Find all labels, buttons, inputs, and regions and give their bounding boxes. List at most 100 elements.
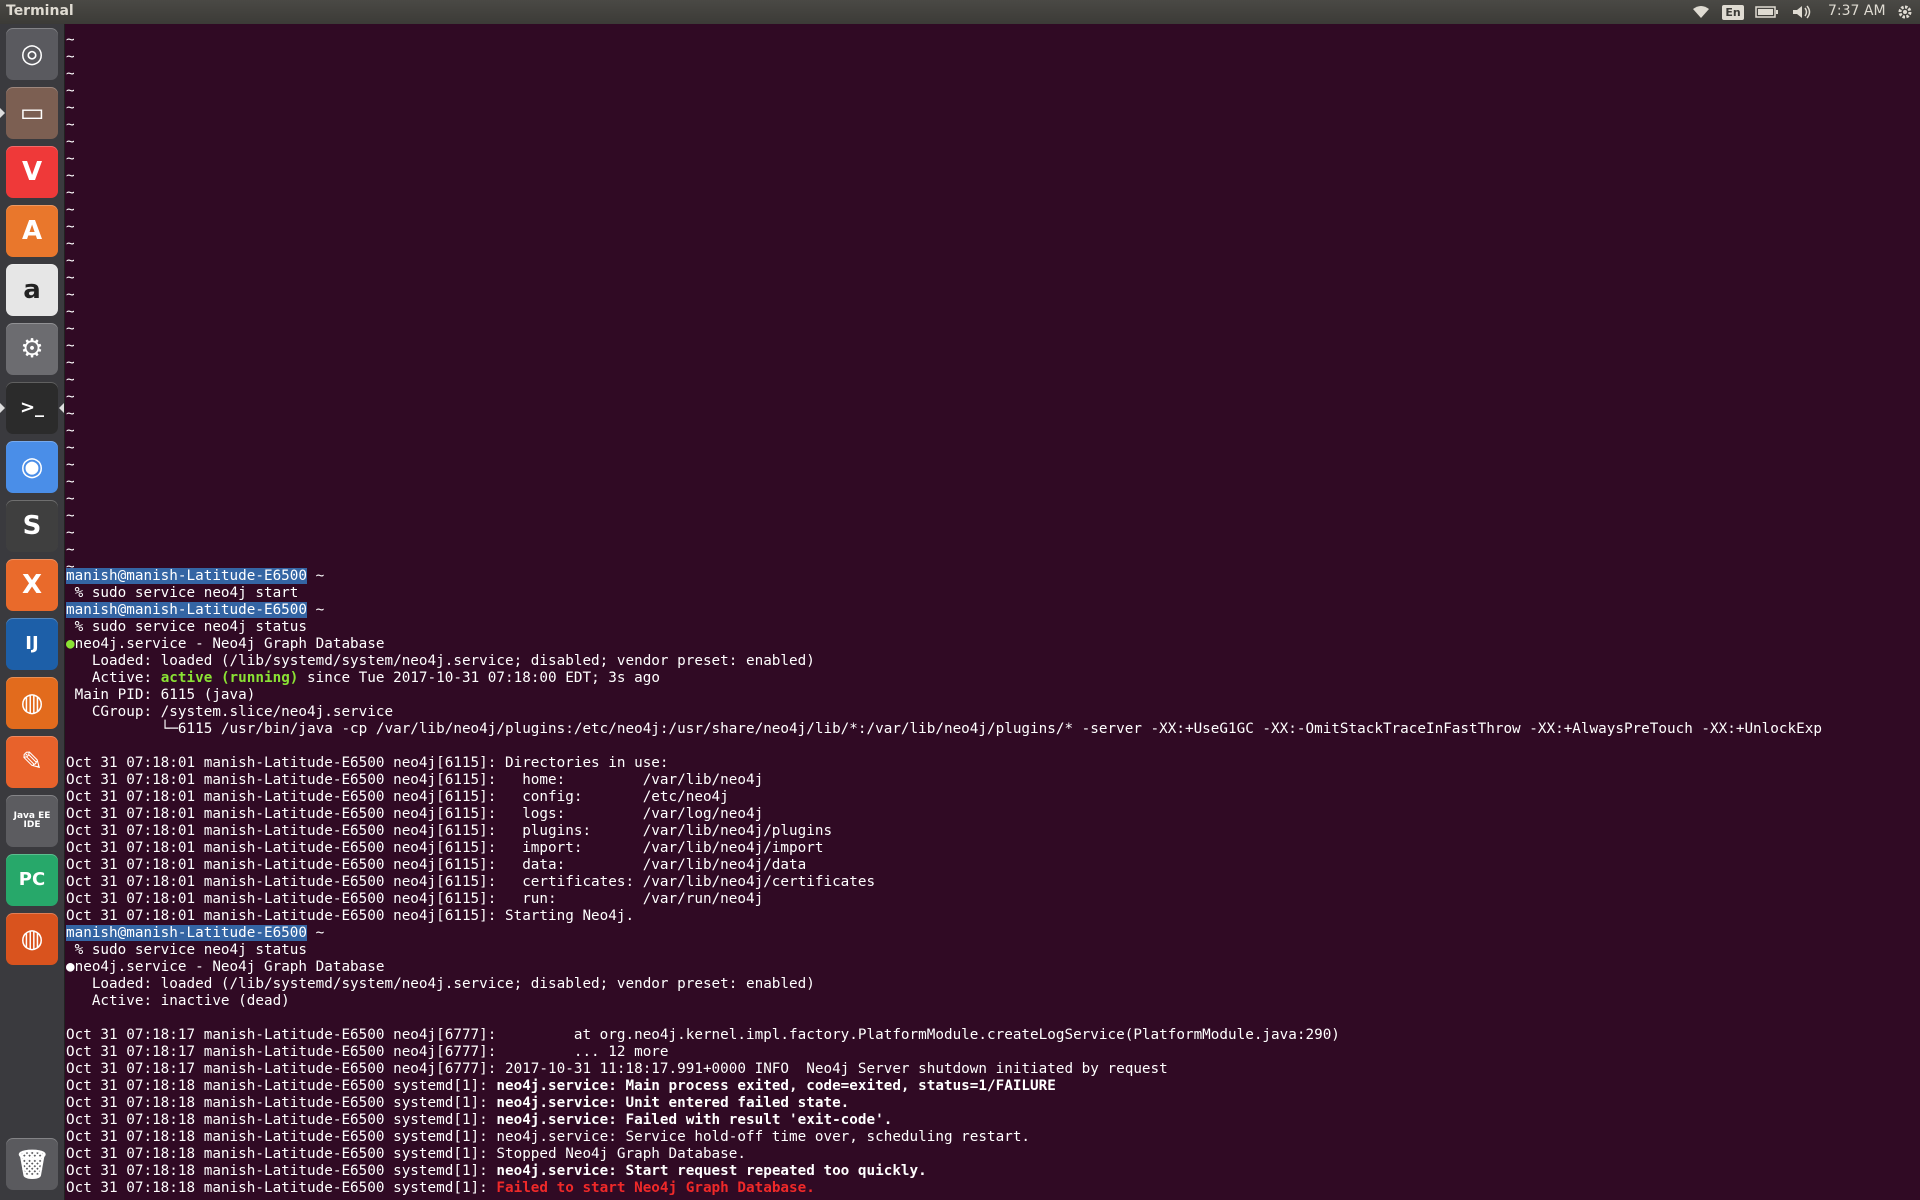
vivaldi-glyph: V (21, 157, 43, 187)
amazon-glyph: a (23, 275, 41, 305)
log-line: Oct 31 07:18:18 manish-Latitude-E6500 sy… (66, 1129, 1031, 1145)
log-line: Oct 31 07:18:01 manish-Latitude-E6500 ne… (66, 806, 764, 822)
log-line: Oct 31 07:18:18 manish-Latitude-E6500 sy… (66, 1095, 850, 1111)
launcher-pycharm-icon[interactable]: PC (6, 854, 58, 906)
active-state: active (running) (160, 670, 299, 686)
postman-glyph: ✎ (21, 747, 43, 777)
status-header-line: ●neo4j.service - Neo4j Graph Database (66, 636, 385, 652)
pycharm-glyph: PC (18, 869, 46, 890)
launcher-ubuntu-dash-icon[interactable]: ◎ (6, 28, 58, 80)
launcher-sublime-text-icon[interactable]: S (6, 500, 58, 552)
log-line: Oct 31 07:18:17 manish-Latitude-E6500 ne… (66, 1044, 669, 1060)
tilde-line: ~ (66, 151, 75, 167)
tilde-line: ~ (66, 372, 75, 388)
tilde-line: ~ (66, 134, 75, 150)
prompt-line: manish@manish-Latitude-E6500 ~ (66, 925, 325, 941)
tilde-line: ~ (66, 508, 75, 524)
keyboard-layout-indicator[interactable]: En (1722, 2, 1744, 22)
launcher-xampp-icon[interactable]: X (6, 559, 58, 611)
files-glyph: ▭ (19, 98, 45, 128)
log-line: Oct 31 07:18:17 manish-Latitude-E6500 ne… (66, 1061, 1168, 1077)
log-line: Oct 31 07:18:01 manish-Latitude-E6500 ne… (66, 823, 833, 839)
volume-icon[interactable] (1790, 2, 1814, 22)
tilde-line: ~ (66, 474, 75, 490)
firefox-glyph: ◍ (20, 688, 44, 718)
launcher-chrome-icon[interactable]: ◉ (6, 441, 58, 493)
launcher-firefox-2-icon[interactable]: ◍ (6, 913, 58, 965)
log-line: Oct 31 07:18:01 manish-Latitude-E6500 ne… (66, 874, 876, 890)
sublime-text-glyph: S (22, 511, 42, 541)
tilde-line: ~ (66, 287, 75, 303)
tilde-line: ~ (66, 219, 75, 235)
log-line: Oct 31 07:18:01 manish-Latitude-E6500 ne… (66, 908, 635, 924)
output-line: Loaded: loaded (/lib/systemd/system/neo4… (66, 976, 815, 992)
tilde-line: ~ (66, 117, 75, 133)
wifi-icon[interactable] (1690, 2, 1712, 22)
window-title: Terminal (6, 3, 74, 19)
log-line: Oct 31 07:18:17 manish-Latitude-E6500 ne… (66, 1027, 1340, 1043)
launcher-java-ee-ide-icon[interactable]: Java EE IDE (6, 795, 58, 847)
top-panel: Terminal En 7:37 AM (0, 0, 1920, 24)
tilde-line: ~ (66, 491, 75, 507)
battery-icon[interactable] (1754, 2, 1780, 22)
terminal-window[interactable]: ~ ~ ~ ~ ~ ~ ~ ~ ~ ~ ~ ~ ~ ~ ~ ~ ~ ~ ~ ~ ~ ~ ~ ~ ~ ~ ~ ~ ~ ~ ~ ~ manish@… (65, 24, 1920, 1200)
tilde-line: ~ (66, 457, 75, 473)
tilde-line: ~ (66, 406, 75, 422)
tilde-line: ~ (66, 338, 75, 354)
tilde-line: ~ (66, 321, 75, 337)
log-line: Oct 31 07:18:01 manish-Latitude-E6500 ne… (66, 891, 764, 907)
tilde-line: ~ (66, 423, 75, 439)
running-indicator (0, 403, 5, 413)
launcher-trash-icon[interactable]: 🗑 (6, 1138, 58, 1190)
tilde-line: ~ (66, 185, 75, 201)
java-ee-ide-glyph: Java EE IDE (13, 811, 51, 830)
launcher-firefox-icon[interactable]: ◍ (6, 677, 58, 729)
firefox-2-glyph: ◍ (20, 924, 44, 954)
active-line: Active: active (running) since Tue 2017-… (66, 670, 660, 686)
launcher-vivaldi-icon[interactable]: V (6, 146, 58, 198)
prompt-line: manish@manish-Latitude-E6500 ~ (66, 568, 325, 584)
launcher-system-settings-icon[interactable]: ⚙ (6, 323, 58, 375)
command-line: % sudo service neo4j status (66, 942, 308, 958)
clock[interactable]: 7:37 AM (1828, 3, 1886, 19)
settings-gear-icon[interactable] (1894, 2, 1916, 22)
tilde-line: ~ (66, 389, 75, 405)
log-line: Oct 31 07:18:01 manish-Latitude-E6500 ne… (66, 772, 764, 788)
launcher-intellij-idea-icon[interactable]: IJ (6, 618, 58, 670)
status-dead-dot-icon: ● (66, 959, 75, 975)
prompt-user: manish@manish-Latitude-E6500 (66, 925, 308, 941)
launcher-ubuntu-software-icon[interactable]: A (6, 205, 58, 257)
tilde-line: ~ (66, 253, 75, 269)
trash-glyph: 🗑 (14, 1147, 50, 1181)
tilde-line: ~ (66, 440, 75, 456)
log-line: Oct 31 07:18:18 manish-Latitude-E6500 sy… (66, 1078, 1056, 1094)
command-line: % sudo service neo4j start (66, 585, 299, 601)
log-line: Oct 31 07:18:18 manish-Latitude-E6500 sy… (66, 1180, 815, 1196)
log-line: Oct 31 07:18:01 manish-Latitude-E6500 ne… (66, 840, 824, 856)
launcher-terminal-icon[interactable]: >_ (6, 382, 58, 434)
status-running-dot-icon: ● (66, 636, 75, 652)
error-message: Failed to start Neo4j Graph Database. (496, 1180, 815, 1196)
ubuntu-software-glyph: A (21, 216, 43, 246)
tilde-line: ~ (66, 100, 75, 116)
chrome-glyph: ◉ (20, 452, 44, 482)
log-line: Oct 31 07:18:18 manish-Latitude-E6500 sy… (66, 1163, 927, 1179)
status-header-line: ●neo4j.service - Neo4j Graph Database (66, 959, 385, 975)
launcher-postman-icon[interactable]: ✎ (6, 736, 58, 788)
prompt-user: manish@manish-Latitude-E6500 (66, 602, 308, 618)
log-line: Oct 31 07:18:18 manish-Latitude-E6500 sy… (66, 1146, 746, 1162)
launcher-files-icon[interactable]: ▭ (6, 87, 58, 139)
launcher: ◎ ▭ V Aa ⚙ >_ ◉ S X IJ ◍ ✎ Java EE IDE PC ◍ 🗑 (0, 24, 65, 1200)
tilde-line: ~ (66, 236, 75, 252)
tilde-line: ~ (66, 32, 75, 48)
running-indicator (0, 108, 5, 118)
system-settings-glyph: ⚙ (20, 334, 44, 364)
log-line: Oct 31 07:18:18 manish-Latitude-E6500 sy… (66, 1112, 893, 1128)
tilde-line: ~ (66, 168, 75, 184)
tilde-line: ~ (66, 542, 75, 558)
command-line: % sudo service neo4j status (66, 619, 308, 635)
log-line: Oct 31 07:18:01 manish-Latitude-E6500 ne… (66, 789, 729, 805)
tilde-line: ~ (66, 304, 75, 320)
launcher-amazon-icon[interactable]: a (6, 264, 58, 316)
prompt-line: manish@manish-Latitude-E6500 ~ (66, 602, 325, 618)
